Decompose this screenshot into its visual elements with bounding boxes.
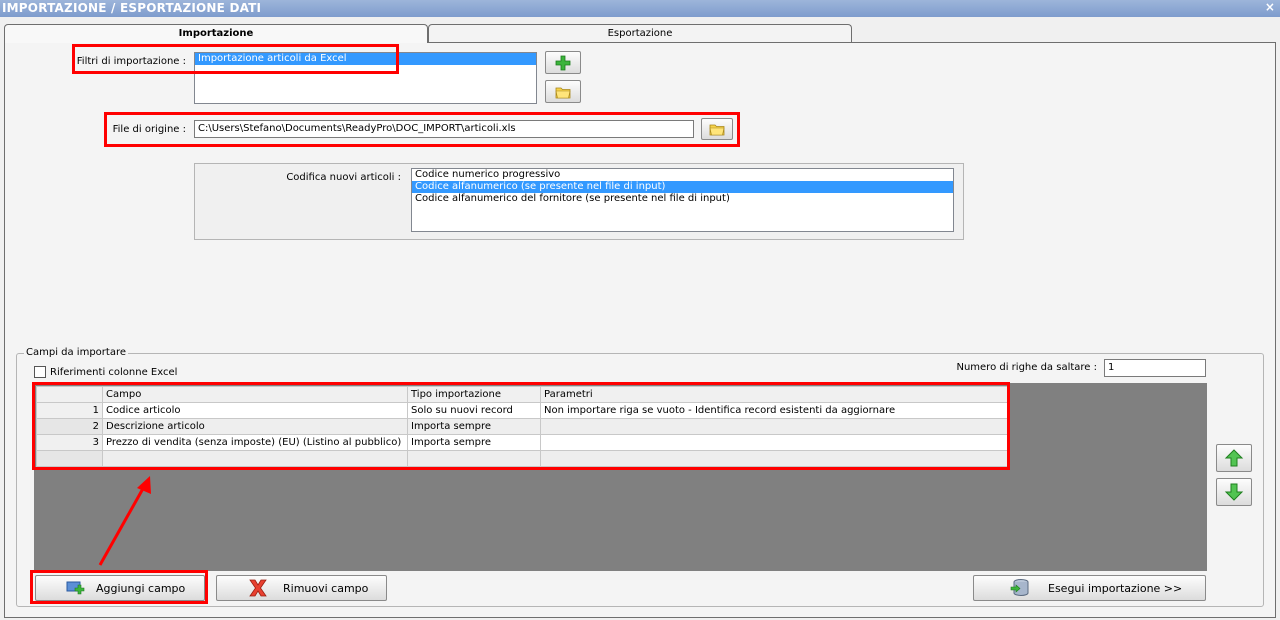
- add-field-label: Aggiungi campo: [96, 581, 186, 595]
- cell-tipo[interactable]: Solo su nuovi record: [407, 402, 541, 419]
- tab-esportazione[interactable]: Esportazione: [428, 24, 852, 42]
- cell-parametri[interactable]: [540, 418, 1008, 435]
- window-title: IMPORTAZIONE / ESPORTAZIONE DATI: [2, 1, 262, 15]
- tab-importazione[interactable]: Importazione: [4, 24, 428, 43]
- run-import-label: Esegui importazione >>: [1048, 581, 1183, 595]
- skip-rows-input[interactable]: 1: [1104, 359, 1206, 377]
- excel-refs-label: Riferimenti colonne Excel: [50, 367, 178, 378]
- add-field-icon: [66, 581, 85, 595]
- filters-list[interactable]: Importazione articoli da Excel: [194, 52, 537, 104]
- folder-icon: [709, 124, 725, 136]
- list-item[interactable]: Codice numerico progressivo: [412, 169, 953, 181]
- cell-tipo[interactable]: [407, 450, 541, 467]
- add-filter-button[interactable]: [545, 51, 581, 74]
- window-titlebar: IMPORTAZIONE / ESPORTAZIONE DATI ×: [0, 0, 1280, 17]
- table-row[interactable]: 1 Codice articolo Solo su nuovi record N…: [36, 402, 1008, 419]
- row-number: 2: [36, 418, 103, 435]
- tab-label: Importazione: [178, 28, 254, 39]
- cell-campo[interactable]: Descrizione articolo: [102, 418, 408, 435]
- cell-parametri[interactable]: Non importare riga se vuoto - Identifica…: [540, 402, 1008, 419]
- remove-field-label: Rimuovi campo: [283, 581, 369, 595]
- cell-parametri[interactable]: [540, 450, 1008, 467]
- source-file-label: File di origine :: [112, 124, 186, 135]
- browse-file-button[interactable]: [701, 118, 733, 140]
- annotation-arrow-icon: [98, 476, 151, 566]
- row-number: 1: [36, 402, 103, 419]
- fields-table: Campo Tipo importazione Parametri 1 Codi…: [36, 386, 1008, 467]
- add-field-button[interactable]: Aggiungi campo: [35, 575, 205, 601]
- table-header-row: Campo Tipo importazione Parametri: [36, 386, 1008, 403]
- table-row[interactable]: [36, 450, 1008, 467]
- cell-tipo[interactable]: Importa sempre: [407, 418, 541, 435]
- move-up-button[interactable]: [1216, 444, 1252, 472]
- run-import-button[interactable]: Esegui importazione >>: [973, 575, 1206, 601]
- arrow-down-icon: [1224, 483, 1244, 501]
- close-icon[interactable]: ×: [1263, 0, 1277, 15]
- skip-rows-label: Numero di righe da saltare :: [956, 362, 1097, 373]
- list-item[interactable]: Codice alfanumerico del fornitore (se pr…: [412, 193, 953, 205]
- column-header[interactable]: Tipo importazione: [407, 386, 541, 403]
- list-item[interactable]: Codice alfanumerico (se presente nel fil…: [412, 181, 953, 193]
- coding-options-list[interactable]: Codice numerico progressivo Codice alfan…: [411, 168, 954, 232]
- filters-label: Filtri di importazione :: [76, 56, 186, 67]
- tab-label: Esportazione: [607, 28, 673, 39]
- column-header[interactable]: Campo: [102, 386, 408, 403]
- remove-x-icon: [249, 579, 267, 597]
- cell-campo[interactable]: Prezzo di vendita (senza imposte) (EU) (…: [102, 434, 408, 451]
- coding-label: Codifica nuovi articoli :: [286, 172, 401, 183]
- list-item[interactable]: Importazione articoli da Excel: [195, 53, 536, 65]
- plus-icon: [555, 55, 571, 70]
- row-number: [36, 450, 103, 467]
- arrow-up-icon: [1224, 449, 1244, 467]
- folder-icon: [555, 87, 571, 98]
- row-number-header: [36, 386, 103, 403]
- remove-field-button[interactable]: Rimuovi campo: [216, 575, 387, 601]
- fields-legend: Campi da importare: [24, 347, 128, 358]
- table-row[interactable]: 3 Prezzo di vendita (senza imposte) (EU)…: [36, 434, 1008, 451]
- database-import-icon: [1010, 579, 1029, 597]
- column-header[interactable]: Parametri: [540, 386, 1008, 403]
- cell-campo[interactable]: Codice articolo: [102, 402, 408, 419]
- cell-parametri[interactable]: [540, 434, 1008, 451]
- move-down-button[interactable]: [1216, 478, 1252, 506]
- open-filter-button[interactable]: [545, 80, 581, 103]
- source-file-input[interactable]: C:\Users\Stefano\Documents\ReadyPro\DOC_…: [194, 120, 694, 138]
- table-row[interactable]: 2 Descrizione articolo Importa sempre: [36, 418, 1008, 435]
- cell-tipo[interactable]: Importa sempre: [407, 434, 541, 451]
- fields-grid-background: [1007, 383, 1207, 571]
- cell-campo[interactable]: [102, 450, 408, 467]
- excel-refs-checkbox[interactable]: [34, 366, 46, 378]
- row-number: 3: [36, 434, 103, 451]
